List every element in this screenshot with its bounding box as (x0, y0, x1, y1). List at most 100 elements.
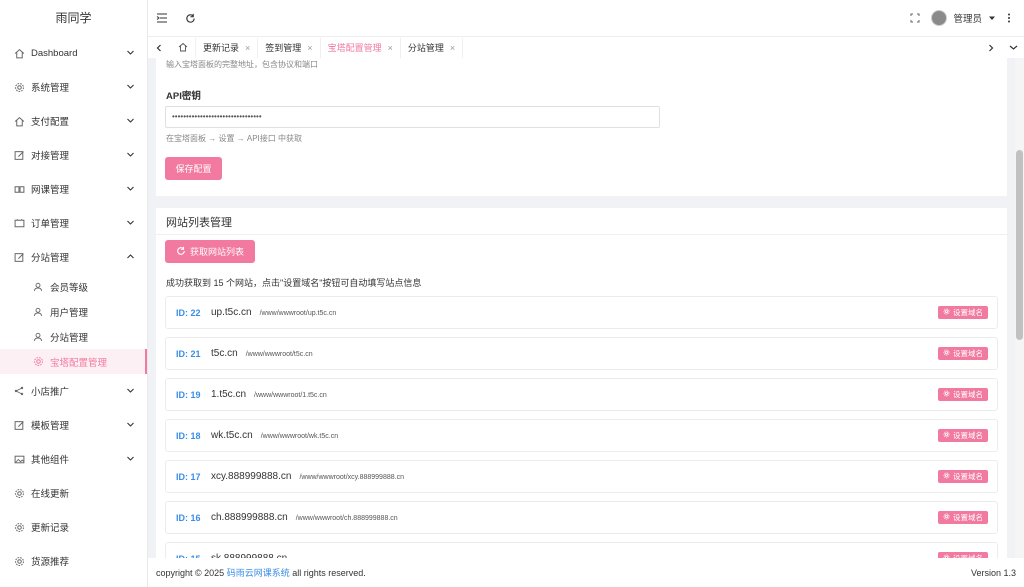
set-domain-button[interactable]: 设置域名 (938, 511, 988, 524)
chevron-up-icon (126, 252, 136, 262)
close-icon[interactable]: × (450, 43, 455, 53)
sidebar-item-sidebar-items-5[interactable]: 订单管理 (0, 206, 147, 240)
scrollbar-thumb[interactable] (1016, 150, 1023, 340)
site-path: /www/wwwroot/ch.888999888.cn (295, 515, 398, 522)
chevron-down-icon (126, 218, 136, 228)
close-icon[interactable]: × (307, 43, 312, 53)
divider (156, 234, 1007, 235)
site-id: ID: 22 (176, 307, 201, 318)
set-domain-label: 设置域名 (953, 431, 983, 440)
sidebar-item-sub-sidebar-sub_items-0[interactable]: 会员等级 (0, 274, 147, 299)
gear-icon (943, 349, 950, 358)
refresh-icon (176, 246, 186, 258)
sidebar-item-label: 系统管理 (31, 83, 70, 94)
site-id: ID: 16 (176, 512, 201, 523)
page-scrollbar[interactable] (1015, 58, 1024, 558)
save-config-button[interactable]: 保存配置 (165, 157, 222, 180)
tabs-scroll-left-icon[interactable] (148, 37, 170, 59)
tab-3[interactable]: 分站管理 × (401, 37, 464, 58)
site-id: ID: 21 (176, 348, 201, 359)
gear-icon (943, 390, 950, 399)
tab-home[interactable] (170, 37, 196, 58)
site-domain: 1.t5c.cn (211, 389, 247, 400)
sidebar-item-sidebar-items_after-2[interactable]: 其他组件 (0, 442, 147, 476)
user-icon (32, 306, 44, 318)
sidebar-item-label: 模板管理 (31, 421, 70, 432)
set-domain-label: 设置域名 (953, 349, 983, 358)
sidebar-item-sidebar-items_after-5[interactable]: 货源推荐 (0, 544, 147, 578)
sidebar-item-sidebar-items-1[interactable]: 系统管理 (0, 70, 147, 104)
site-row: ID: 19 1.t5c.cn/www/wwwroot/1.t5c.cn 设置域名 (165, 378, 998, 411)
set-domain-button[interactable]: 设置域名 (938, 347, 988, 360)
book-icon (13, 183, 25, 195)
sidebar-item-sidebar-items_after-1[interactable]: 模板管理 (0, 408, 147, 442)
sidebar-item-sidebar-items_after-3[interactable]: 在线更新 (0, 476, 147, 510)
fetch-result-info: 成功获取到 15 个网站，点击"设置域名"按钮可自动填写站点信息 (166, 278, 422, 288)
close-icon[interactable]: × (388, 43, 393, 53)
site-name-group: wk.t5c.cn/www/wwwroot/wk.t5c.cn (211, 430, 338, 441)
panel-url-hint: 输入宝塔面板的完整地址，包含协议和端口 (166, 60, 318, 69)
set-domain-button[interactable]: 设置域名 (938, 429, 988, 442)
site-row: ID: 21 t5c.cn/www/wwwroot/t5c.cn 设置域名 (165, 337, 998, 370)
tab-label: 更新记录 (203, 43, 240, 53)
site-row: ID: 16 ch.888999888.cn/www/wwwroot/ch.888… (165, 501, 998, 534)
tab-2[interactable]: 宝塔配置管理 × (321, 37, 401, 58)
tabs-scroll-right-icon[interactable] (980, 37, 1002, 59)
footer: copyright © 2025 码雨云网课系统 all rights rese… (148, 558, 1024, 587)
gear-icon (32, 356, 44, 368)
sidebar-item-sidebar-items-0[interactable]: Dashboard (0, 36, 147, 70)
brand-link[interactable]: 码雨云网课系统 (227, 566, 290, 579)
tab-0[interactable]: 更新记录 × (196, 37, 259, 58)
sidebar-item-sidebar-items_after-0[interactable]: 小店推广 (0, 374, 147, 408)
site-row: ID: 18 wk.t5c.cn/www/wwwroot/wk.t5c.cn 设置域… (165, 419, 998, 452)
set-domain-button[interactable]: 设置域名 (938, 306, 988, 319)
site-list-card: 网站列表管理 获取网站列表 成功获取到 15 个网站，点击"设置域名"按钮可自动… (156, 208, 1007, 558)
chevron-down-icon (126, 454, 136, 464)
sidebar-item-sub-sidebar-sub_items-2[interactable]: 分站管理 (0, 324, 147, 349)
gear-icon (13, 81, 25, 93)
fetch-sites-button[interactable]: 获取网站列表 (165, 240, 255, 263)
more-vertical-icon[interactable] (1002, 13, 1016, 23)
close-icon[interactable]: × (245, 43, 250, 53)
set-domain-button[interactable]: 设置域名 (938, 388, 988, 401)
tabs-dropdown-icon[interactable] (1002, 37, 1024, 59)
tab-label: 签到管理 (265, 43, 302, 53)
sidebar-item-sidebar-items-4[interactable]: 网课管理 (0, 172, 147, 206)
collapse-menu-icon[interactable] (148, 0, 176, 36)
sidebar-item-sidebar-items-3[interactable]: 对接管理 (0, 138, 147, 172)
sidebar-item-label: 对接管理 (31, 151, 70, 162)
chevron-down-icon[interactable] (988, 11, 996, 25)
username[interactable]: 管理员 (953, 11, 982, 25)
api-key-label: API密钥 (166, 91, 201, 102)
site-row: ID: 17 xcy.888999888.cn/www/wwwroot/xcy.8… (165, 460, 998, 493)
site-domain: xcy.888999888.cn (211, 471, 292, 482)
site-path: /www/wwwroot/1.t5c.cn (254, 392, 327, 399)
avatar[interactable] (931, 10, 948, 26)
fullscreen-icon[interactable] (905, 13, 925, 23)
chevron-down-icon (126, 48, 136, 58)
api-key-input[interactable]: •••••••••••••••••••••••••••••••• (165, 106, 660, 128)
sidebar-item-sidebar-items-2[interactable]: 支付配置 (0, 104, 147, 138)
chevron-down-icon (126, 150, 136, 160)
top-header: 管理员 (148, 0, 1024, 36)
sidebar-item-label: 用户管理 (50, 307, 89, 319)
refresh-icon[interactable] (176, 0, 204, 36)
image-icon (13, 453, 25, 465)
sidebar-menu: Dashboard 系统管理支付配置对接管理网课管理 订单管理 分站管理 (0, 36, 147, 274)
sidebar-item-sidebar-items-6[interactable]: 分站管理 (0, 240, 147, 274)
version-text: Version 1.3 (970, 567, 1016, 578)
site-domain: up.t5c.cn (211, 307, 252, 318)
site-path: /www/wwwroot/wk.t5c.cn (260, 433, 339, 440)
edit-icon (13, 149, 25, 161)
site-name-group: t5c.cn/www/wwwroot/t5c.cn (211, 348, 313, 359)
sidebar-item-sidebar-items_after-4[interactable]: 更新记录 (0, 510, 147, 544)
rights-text: all rights reserved. (292, 567, 366, 578)
sidebar-item-sub-sidebar-sub_items-1[interactable]: 用户管理 (0, 299, 147, 324)
tab-1[interactable]: 签到管理 × (258, 37, 321, 58)
edit-icon (13, 251, 25, 263)
set-domain-label: 设置域名 (953, 472, 983, 481)
set-domain-button[interactable]: 设置域名 (938, 470, 988, 483)
share-icon (13, 385, 25, 397)
gear-icon (943, 472, 950, 481)
sidebar-item-sub-sidebar-sub_items-3[interactable]: 宝塔配置管理 (0, 349, 147, 374)
